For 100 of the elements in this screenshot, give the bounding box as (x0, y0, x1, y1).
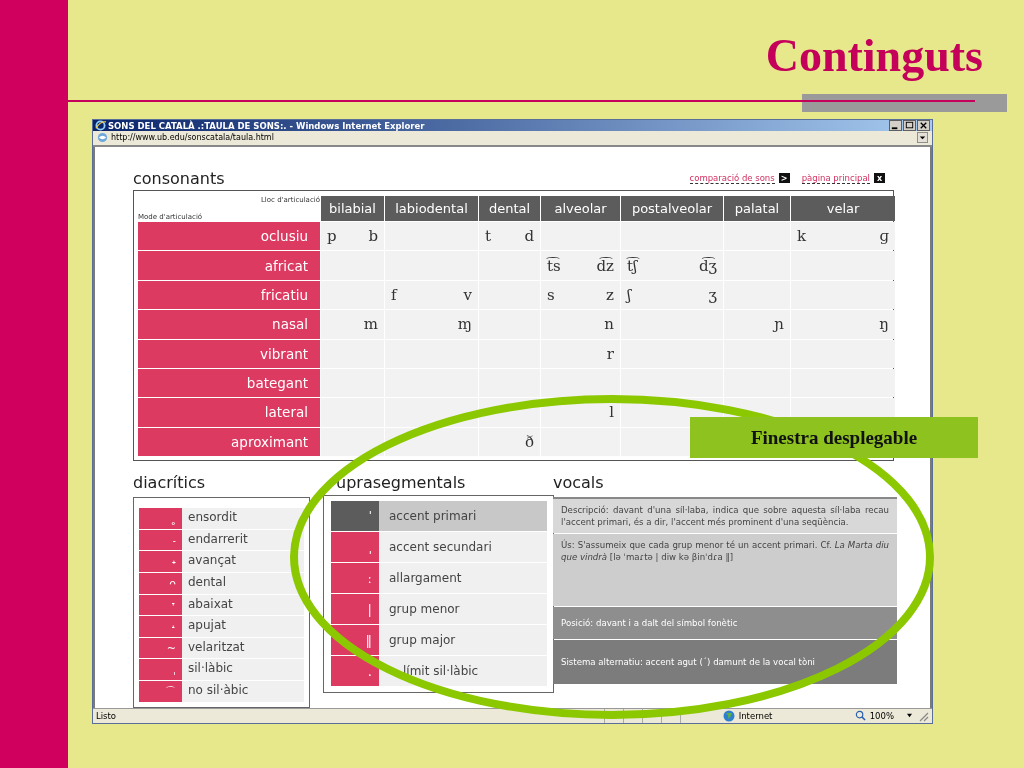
symbol-key[interactable]: ˖ (139, 551, 182, 573)
status-text: Listo (96, 710, 117, 721)
list-item[interactable]: accent primari (379, 501, 547, 532)
callout-label: Finestra desplegable (690, 417, 978, 458)
symbol-key[interactable]: | (331, 594, 379, 625)
table-cell (479, 368, 540, 398)
column-header: velar (791, 195, 895, 221)
ipa-symbol[interactable]: ɡ (879, 227, 889, 246)
dropdown-icon[interactable] (917, 132, 928, 144)
zoom-icon[interactable] (854, 710, 866, 722)
globe-icon (722, 709, 735, 722)
ipa-symbol[interactable]: d (524, 227, 534, 246)
ipa-symbol[interactable]: k (797, 227, 807, 246)
page-icon (97, 132, 108, 144)
ipa-symbol[interactable]: d͡z (596, 256, 614, 275)
zoom-level[interactable]: 100% (869, 710, 894, 721)
list-item[interactable]: grup menor (379, 594, 547, 625)
list-item[interactable]: no sil·àbic (182, 681, 304, 702)
symbol-key[interactable]: ~ (139, 637, 182, 659)
row-header: lateral (138, 398, 320, 427)
slide-title: Continguts (765, 29, 983, 83)
usage-text: Ús: S'assumeix que cada grup menor té un accent primari. Cf. La Marta diu que vindrà [lə ˈmaɾtə | diw kə βinˈdɾa ‖] (553, 534, 897, 607)
list-item[interactable]: allargament (379, 563, 547, 594)
list-item[interactable]: velaritzat (182, 637, 304, 659)
symbol-key[interactable]: ˳ (139, 508, 182, 529)
symbol-key[interactable]: ˌ (139, 659, 182, 680)
row-header: africat (138, 251, 320, 280)
position-text: Posició: davant i a dalt del símbol fonètic (553, 607, 897, 640)
nav-link[interactable]: comparació de sons (689, 172, 775, 184)
section-title: diacrítics (133, 473, 207, 493)
address-bar[interactable]: http://www.ub.edu/sonscatala/taula.html (93, 131, 932, 147)
ipa-symbol[interactable]: v (463, 285, 472, 304)
list-item[interactable]: abaixat (182, 594, 304, 616)
list-item[interactable]: grup major (379, 625, 547, 656)
window-title: SONS DEL CATALÀ .:TAULA DE SONS:. - Windows Internet Explorer (108, 120, 425, 131)
row-header: aproximant (138, 427, 320, 457)
description-text: Descripció: davant d'una síl·laba, indica que sobre aquesta síl·laba recau l'accent primari, és a dir, l'accent més prominent d'una seqüència. (553, 499, 897, 534)
symbol-key[interactable]: ˌ (331, 532, 379, 563)
section-title: vocals (553, 473, 605, 493)
ipa-symbol[interactable]: d͡ʒ (698, 256, 717, 275)
ipa-symbol[interactable]: ʃ (627, 285, 632, 304)
column-header: postalveolar (621, 195, 723, 221)
ipa-symbol[interactable]: l (609, 403, 614, 422)
ipa-symbol[interactable]: s (547, 285, 555, 304)
list-item[interactable]: límit sil·làbic (379, 656, 547, 687)
link-icon[interactable]: > (778, 173, 790, 184)
row-header: fricatiu (138, 280, 320, 310)
ipa-symbol[interactable]: z (606, 285, 614, 304)
ipa-symbol[interactable]: ɲ (774, 315, 784, 334)
symbol-key[interactable]: ⌒ (139, 681, 182, 702)
alternative-text: Sistema alternatiu: accent agut (´) damunt de la vocal tòni (553, 640, 897, 685)
symbol-key[interactable]: ˔ (139, 616, 182, 637)
ipa-symbol[interactable]: t (485, 227, 492, 246)
table-cell (321, 398, 384, 427)
ipa-symbol[interactable]: r (606, 344, 614, 363)
ipa-symbol[interactable]: p (327, 227, 337, 246)
list-item[interactable]: ensordit (182, 508, 304, 529)
close-icon[interactable] (917, 120, 930, 132)
nav-link[interactable]: pàgina principal (801, 172, 870, 184)
table-cell (321, 368, 384, 398)
zone-text: Internet (738, 710, 774, 721)
symbol-key[interactable]: ˗ (139, 529, 182, 551)
table-cell (321, 427, 384, 457)
symbol-key[interactable]: ˈ (331, 501, 379, 532)
ipa-symbol[interactable]: n (604, 315, 614, 334)
symbol-key[interactable]: . (331, 656, 379, 687)
symbol-key[interactable]: ᴖ (139, 573, 182, 594)
list-item[interactable]: dental (182, 573, 304, 594)
row-header: nasal (138, 310, 320, 339)
section-title: uprasegmentals (335, 473, 467, 493)
ipa-symbol[interactable]: ŋ (879, 315, 889, 334)
ipa-symbol[interactable]: t͡ʃ (627, 256, 638, 275)
column-header: alveolar (541, 195, 620, 221)
browser-icon (95, 120, 106, 132)
column-header: dental (479, 195, 540, 221)
ipa-symbol[interactable]: b (368, 227, 378, 246)
row-header: bategant (138, 368, 320, 398)
ipa-symbol[interactable]: ʒ (708, 285, 717, 304)
minimize-icon[interactable] (889, 120, 902, 132)
column-header: palatal (724, 195, 790, 221)
ipa-symbol[interactable]: ɱ (457, 315, 472, 334)
symbol-key[interactable]: ˕ (139, 594, 182, 616)
list-item[interactable]: apujat (182, 616, 304, 637)
ipa-symbol[interactable]: f (391, 285, 397, 304)
list-item[interactable]: sil·làbic (182, 659, 304, 680)
maximize-icon[interactable] (903, 120, 916, 132)
ipa-symbol[interactable]: ð (524, 432, 534, 451)
address-text: http://www.ub.edu/sonscatala/taula.html (111, 133, 274, 143)
list-item[interactable]: accent secundari (379, 532, 547, 563)
section-title: consonants (133, 168, 225, 188)
column-header: labiodental (385, 195, 478, 221)
row-header: oclusiu (138, 221, 320, 251)
ipa-symbol[interactable]: m (363, 315, 378, 334)
symbol-key[interactable]: ː (331, 563, 379, 594)
list-item[interactable]: avançat (182, 551, 304, 573)
ipa-symbol[interactable]: t͡s (547, 256, 561, 275)
link-icon[interactable]: x (874, 173, 885, 184)
row-header: vibrant (138, 339, 320, 368)
caret-icon[interactable] (906, 713, 913, 719)
column-header: bilabial (321, 195, 384, 221)
